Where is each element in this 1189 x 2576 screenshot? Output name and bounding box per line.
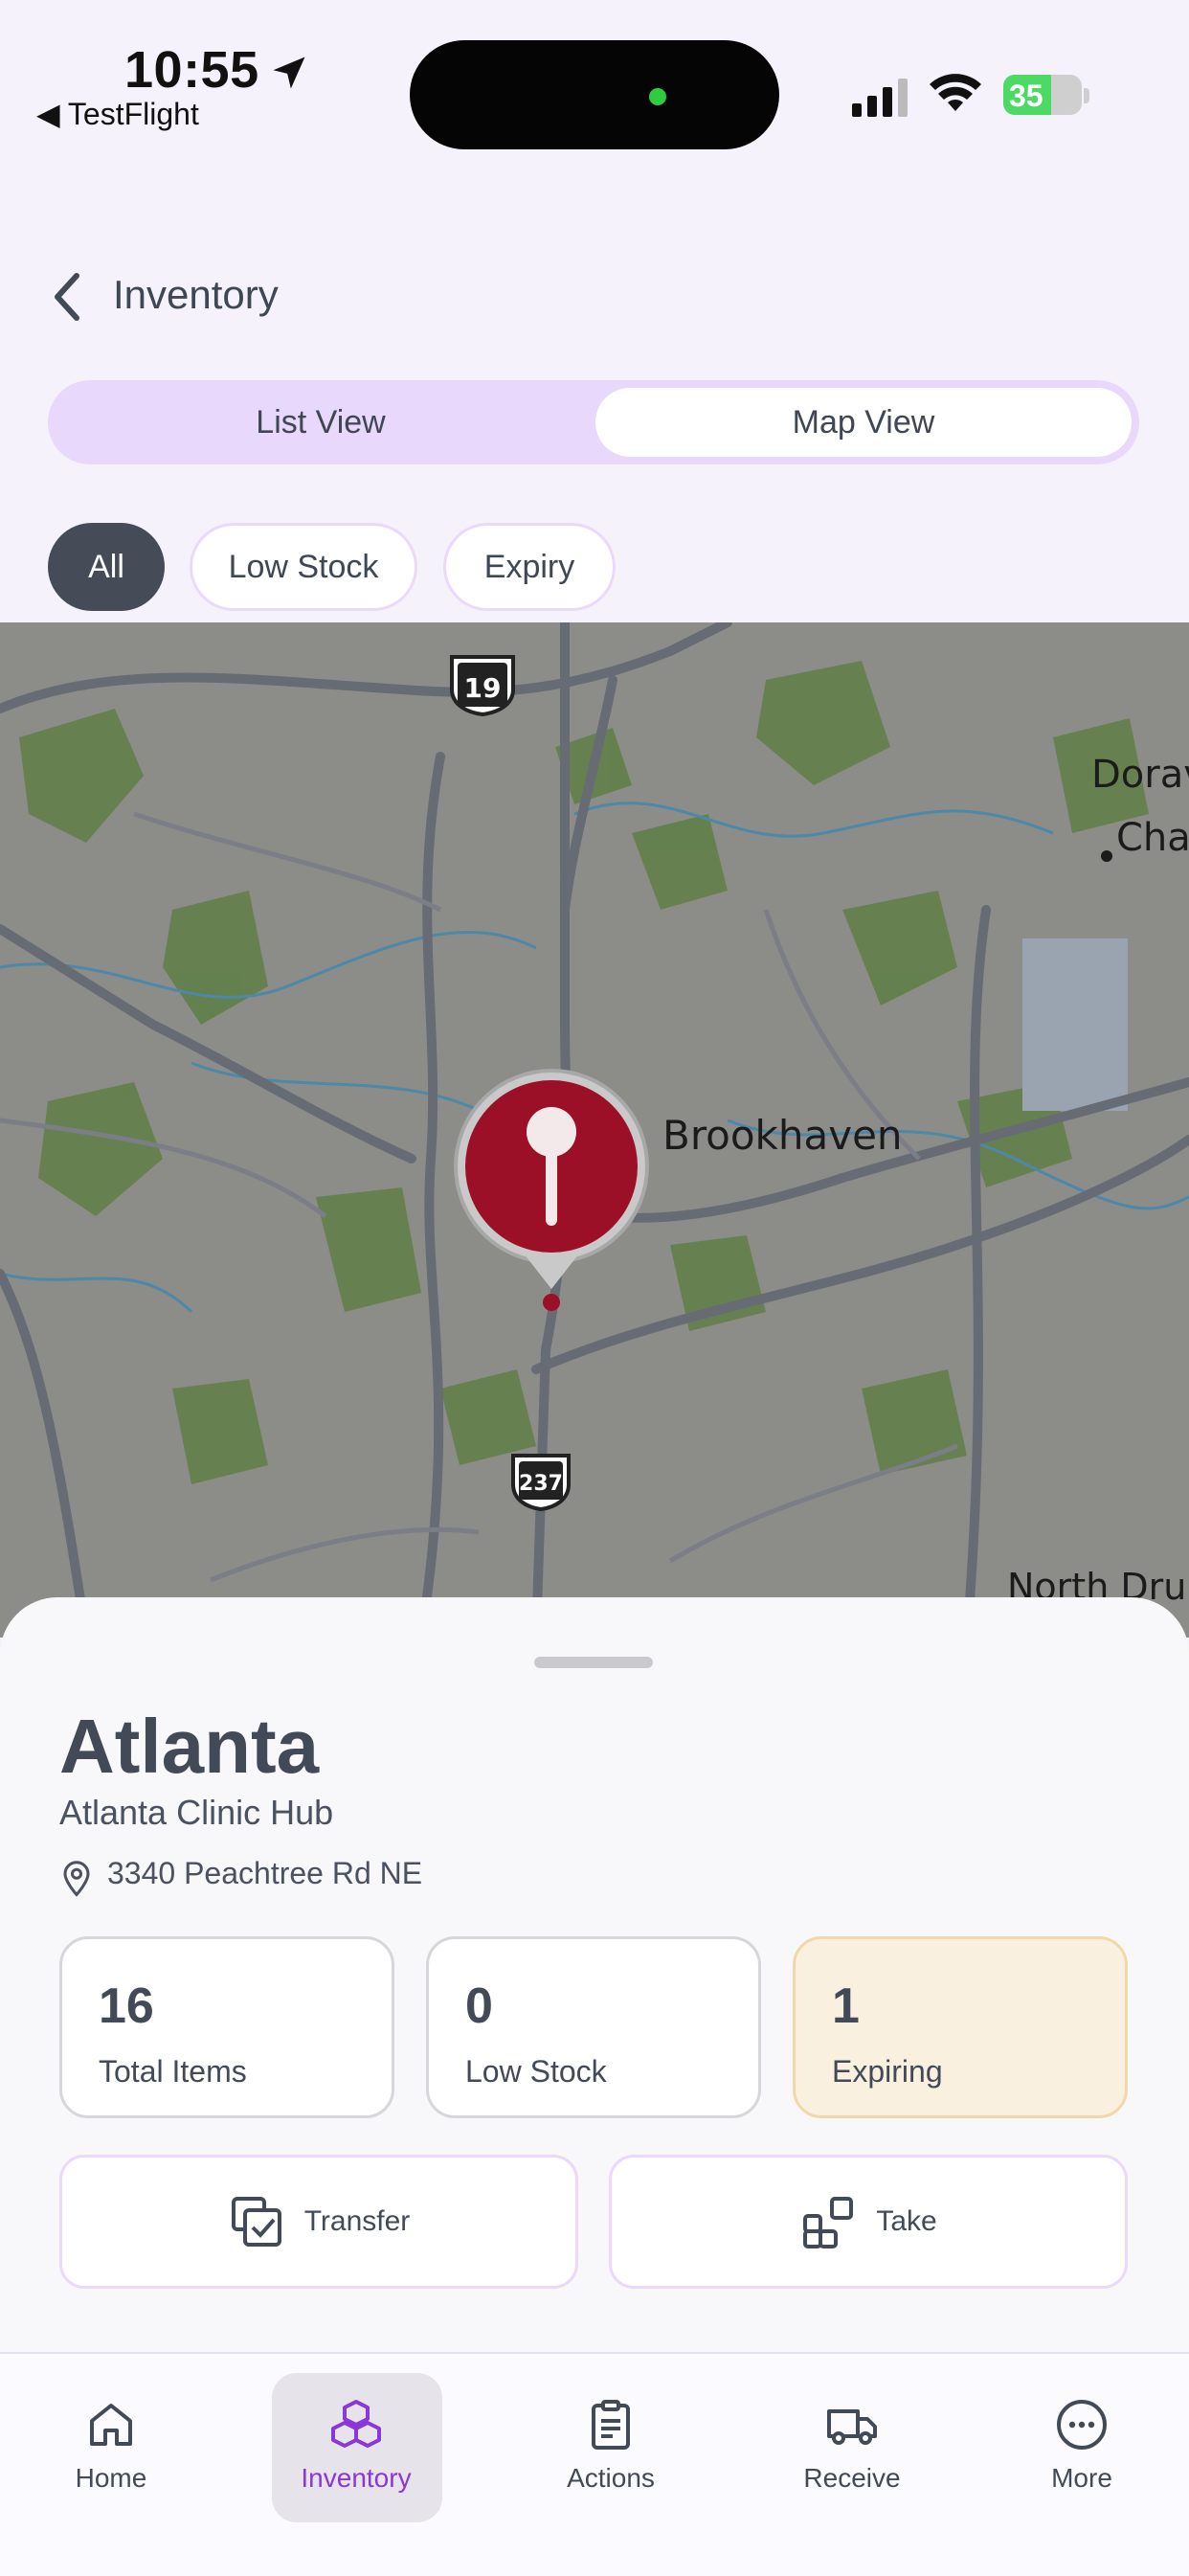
filter-expiry-chip[interactable]: Expiry	[443, 523, 616, 611]
tab-receive-label: Receive	[803, 2463, 901, 2493]
battery-tip	[1084, 88, 1089, 103]
total-items-value: 16	[99, 1978, 154, 2034]
clipboard-icon	[592, 2400, 630, 2450]
route-19-shield: 19	[450, 655, 515, 717]
cubes-icon	[331, 2400, 381, 2448]
total-items-card[interactable]: 16 Total Items	[59, 1936, 394, 2118]
transfer-icon	[231, 2197, 281, 2247]
brookhaven-label: Brookhaven	[662, 1112, 903, 1159]
location-name: Atlanta Clinic Hub	[59, 1793, 334, 1832]
location-city: Atlanta	[59, 1704, 320, 1789]
route-237-shield: 237	[511, 1454, 571, 1512]
truck-icon	[827, 2409, 877, 2445]
doraville-label: Dorav	[1091, 753, 1189, 797]
sheet-grabber[interactable]	[534, 1657, 653, 1668]
filter-all-chip[interactable]: All	[48, 523, 165, 611]
expiring-value: 1	[832, 1978, 860, 2034]
cellular-signal-icon	[852, 79, 908, 117]
location-address: 3340 Peachtree Rd NE	[107, 1856, 423, 1890]
dynamic-island	[410, 40, 779, 149]
tab-more-label: More	[1051, 2463, 1112, 2493]
view-segmented-control: List View Map View	[48, 380, 1139, 464]
transfer-button[interactable]: Transfer	[59, 2155, 578, 2289]
wifi-icon	[930, 74, 981, 111]
battery-icon: 35	[1003, 75, 1082, 115]
take-label: Take	[876, 2205, 937, 2237]
chamblee-dot	[1101, 850, 1112, 862]
status-time: 10:55	[124, 41, 259, 99]
back-to-testflight[interactable]: ◀ TestFlight	[36, 96, 199, 132]
back-chevron-icon[interactable]	[48, 270, 86, 324]
map-view-tab[interactable]: Map View	[595, 388, 1132, 457]
location-pin-marker	[454, 1069, 649, 1311]
home-icon	[90, 2404, 132, 2446]
low-stock-label: Low Stock	[465, 2054, 607, 2089]
tab-home-label: Home	[75, 2463, 147, 2493]
list-view-tab[interactable]: List View	[48, 380, 594, 464]
chamblee-label: Cha	[1116, 816, 1189, 860]
location-arrow-icon	[273, 56, 305, 89]
map-view[interactable]: 19 237 Brookhaven Dorav Cha North Dru	[0, 622, 1189, 1638]
map-pin-icon	[63, 1861, 90, 1897]
filter-low-stock-chip[interactable]: Low Stock	[190, 523, 417, 611]
route-19-label: 19	[464, 672, 502, 704]
transfer-label: Transfer	[303, 2205, 411, 2237]
total-items-label: Total Items	[99, 2054, 247, 2089]
low-stock-value: 0	[465, 1978, 493, 2034]
take-button[interactable]: Take	[609, 2155, 1128, 2289]
tab-receive[interactable]: Receive	[766, 2375, 938, 2519]
airfield-area	[1022, 938, 1128, 1111]
tab-more[interactable]: More	[996, 2375, 1168, 2519]
tab-actions-label: Actions	[567, 2463, 655, 2493]
page-title[interactable]: Inventory	[113, 272, 279, 318]
more-icon	[1057, 2400, 1107, 2450]
tab-inventory[interactable]: Inventory	[270, 2375, 442, 2519]
route-237-label: 237	[519, 1472, 563, 1496]
tab-inventory-label: Inventory	[301, 2463, 412, 2493]
expiring-label: Expiring	[832, 2054, 943, 2089]
take-icon	[803, 2197, 854, 2248]
map-canvas: 19 237 Brookhaven Dorav Cha North Dru	[0, 622, 1189, 1638]
expiring-card[interactable]: 1 Expiring	[793, 1936, 1128, 2118]
camera-indicator	[649, 88, 666, 105]
battery-level: 35	[1009, 79, 1043, 113]
low-stock-card[interactable]: 0 Low Stock	[426, 1936, 761, 2118]
tab-actions[interactable]: Actions	[525, 2375, 697, 2519]
tab-home[interactable]: Home	[25, 2375, 197, 2519]
